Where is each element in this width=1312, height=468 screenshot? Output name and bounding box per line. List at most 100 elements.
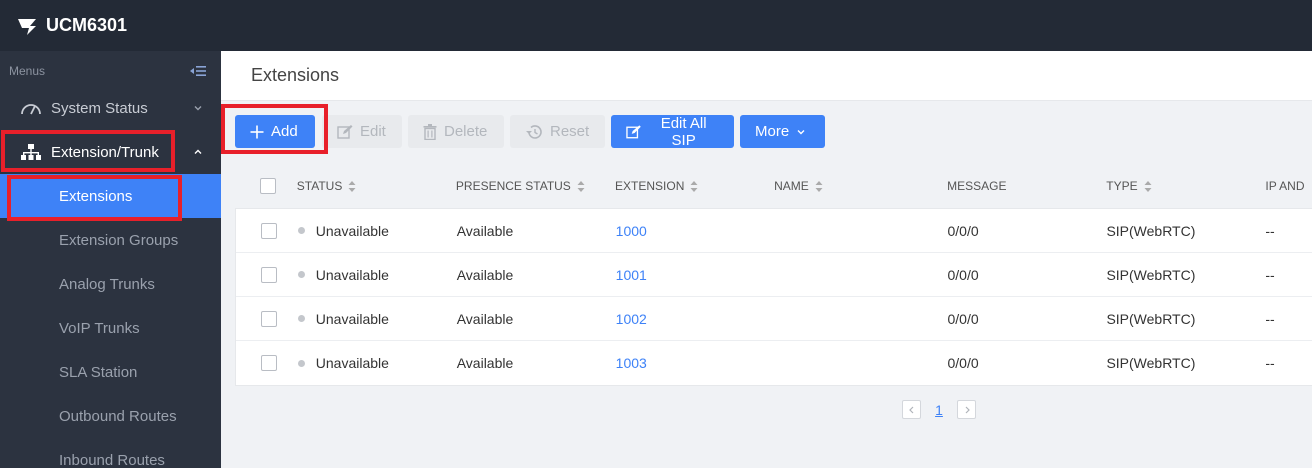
type-cell: SIP(WebRTC) — [1106, 355, 1196, 371]
column-header-message: MESSAGE — [947, 179, 1007, 193]
sidebar-subitem-inbound-routes[interactable]: Inbound Routes — [0, 438, 221, 468]
row-checkbox[interactable] — [261, 355, 277, 371]
sort-icon — [348, 180, 356, 192]
column-header-extension[interactable]: EXTENSION — [615, 179, 774, 193]
extensions-table: STATUS PRESENCE STATUS EXTENSION NAME ME… — [235, 164, 1312, 386]
table-header: STATUS PRESENCE STATUS EXTENSION NAME ME… — [235, 164, 1312, 208]
reset-button[interactable]: Reset — [510, 115, 605, 148]
ip-cell: -- — [1265, 266, 1275, 283]
toolbar: Add Edit Delete Reset Edit All SIP More — [235, 114, 825, 149]
network-icon — [20, 143, 42, 161]
sidebar-item-system-status[interactable]: System Status — [0, 86, 221, 130]
delete-button-label: Delete — [444, 123, 488, 140]
edit-icon — [337, 124, 353, 139]
sort-icon — [1144, 180, 1152, 192]
gauge-icon — [20, 99, 42, 117]
ip-cell: -- — [1265, 310, 1275, 327]
table-row: Unavailable Available 1003 0/0/0 SIP(Web… — [236, 341, 1312, 385]
sort-icon — [815, 180, 823, 192]
type-cell: SIP(WebRTC) — [1106, 310, 1196, 327]
presence-cell: Available — [456, 355, 514, 371]
chevron-left-icon — [908, 406, 913, 413]
row-checkbox[interactable] — [261, 266, 277, 283]
type-cell: SIP(WebRTC) — [1106, 266, 1196, 283]
status-dot-icon — [297, 359, 305, 367]
sort-icon — [690, 180, 698, 192]
extension-link[interactable]: 1001 — [616, 267, 647, 283]
ip-cell: -- — [1265, 222, 1275, 239]
select-all-checkbox[interactable] — [260, 178, 276, 194]
trash-icon — [423, 123, 437, 140]
presence-cell: Available — [456, 266, 514, 283]
chevron-right-icon — [965, 406, 970, 413]
message-cell: 0/0/0 — [947, 310, 979, 327]
sidebar-subitem-extension-groups[interactable]: Extension Groups — [0, 218, 221, 262]
app-title: UCM6301 — [46, 15, 128, 35]
edit-icon — [626, 124, 641, 138]
column-header-name[interactable]: NAME — [774, 179, 947, 193]
sidebar-item-extension-trunk[interactable]: Extension/Trunk — [0, 130, 221, 174]
status-dot-icon — [297, 227, 305, 234]
table-row: Unavailable Available 1000 0/0/0 SIP(Web… — [236, 209, 1312, 253]
type-cell: SIP(WebRTC) — [1106, 222, 1196, 239]
sidebar-subitem-outbound-routes[interactable]: Outbound Routes — [0, 394, 221, 438]
add-button-label: Add — [271, 123, 298, 140]
status-cell: Unavailable — [297, 311, 457, 327]
presence-cell: Available — [456, 222, 514, 239]
page-title: Extensions — [251, 65, 340, 85]
column-header-ip: IP AND — [1265, 179, 1305, 193]
column-header-status[interactable]: STATUS — [297, 179, 456, 193]
edit-all-sip-button[interactable]: Edit All SIP — [611, 114, 734, 149]
next-page-button[interactable] — [957, 400, 976, 419]
presence-cell: Available — [456, 310, 514, 327]
chevron-up-icon — [194, 149, 202, 154]
extension-link[interactable]: 1003 — [616, 355, 647, 371]
chevron-down-icon — [797, 129, 805, 134]
sidebar-item-label: Extension/Trunk — [51, 143, 159, 161]
edit-all-sip-button-label: Edit All SIP — [660, 114, 707, 149]
extension-cell: 1000 — [616, 223, 775, 239]
menus-header: Menus — [0, 51, 221, 91]
ip-cell: -- — [1265, 355, 1275, 371]
plus-icon — [250, 125, 264, 138]
top-bar: UCM6301 — [0, 0, 1312, 51]
status-cell: Unavailable — [297, 223, 457, 239]
column-header-presence-status[interactable]: PRESENCE STATUS — [456, 179, 615, 193]
column-header-type[interactable]: TYPE — [1106, 179, 1265, 193]
sidebar: Menus System Status Extension/Trunk Exte… — [0, 51, 221, 468]
status-dot-icon — [297, 315, 305, 322]
message-cell: 0/0/0 — [947, 222, 979, 239]
sidebar-item-label: System Status — [51, 99, 148, 117]
extension-link[interactable]: 1000 — [616, 223, 647, 239]
sidebar-subitem-analog-trunks[interactable]: Analog Trunks — [0, 262, 221, 306]
reset-icon — [526, 124, 542, 139]
extension-link[interactable]: 1002 — [616, 311, 647, 327]
sidebar-subitem-extensions[interactable]: Extensions — [0, 174, 221, 218]
row-checkbox[interactable] — [261, 222, 277, 239]
extension-cell: 1001 — [616, 267, 775, 283]
sidebar-subitem-voip-trunks[interactable]: VoIP Trunks — [0, 306, 221, 350]
pagination: 1 — [902, 400, 976, 419]
page-number[interactable]: 1 — [933, 402, 945, 418]
extension-cell: 1003 — [616, 355, 775, 371]
table-row: Unavailable Available 1002 0/0/0 SIP(Web… — [236, 297, 1312, 341]
message-cell: 0/0/0 — [947, 266, 979, 283]
main-content: Extensions Add Edit Delete Reset Edit Al… — [221, 51, 1312, 468]
table-body: Unavailable Available 1000 0/0/0 SIP(Web… — [235, 208, 1312, 386]
message-cell: 0/0/0 — [947, 355, 979, 371]
sort-icon — [577, 180, 585, 192]
chevron-down-icon — [194, 106, 202, 111]
status-cell: Unavailable — [297, 267, 457, 283]
row-checkbox[interactable] — [261, 310, 277, 327]
table-row: Unavailable Available 1001 0/0/0 SIP(Web… — [236, 253, 1312, 297]
prev-page-button[interactable] — [902, 400, 921, 419]
collapse-menu-icon[interactable] — [189, 64, 207, 78]
more-button[interactable]: More — [740, 115, 825, 148]
status-cell: Unavailable — [297, 355, 457, 371]
sidebar-subitem-sla-station[interactable]: SLA Station — [0, 350, 221, 394]
page-header: Extensions — [221, 51, 1312, 101]
add-button[interactable]: Add — [235, 115, 315, 148]
more-button-label: More — [755, 123, 790, 140]
delete-button[interactable]: Delete — [408, 115, 504, 148]
edit-button[interactable]: Edit — [322, 115, 402, 148]
